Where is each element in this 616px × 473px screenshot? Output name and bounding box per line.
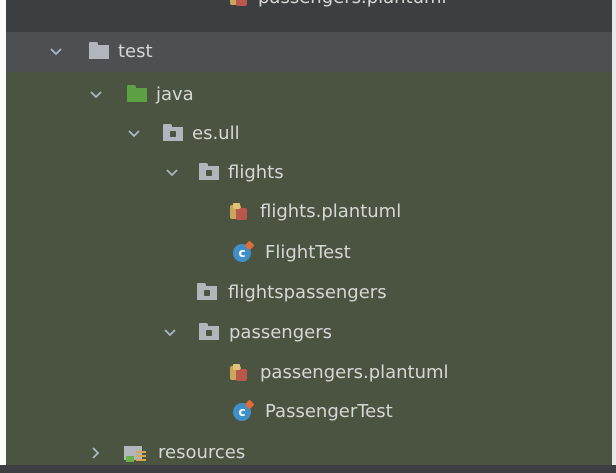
tree-row-es-ull[interactable]: es.ull [6, 114, 612, 154]
package-icon [162, 114, 184, 154]
package-icon [196, 273, 218, 313]
tree-row-label: java [156, 84, 194, 105]
chevron-down-icon[interactable] [48, 32, 64, 72]
tree-row-passengers-plantuml[interactable]: passengers.plantuml [6, 353, 612, 393]
tree-row-passengers-plantuml-main[interactable]: passengers.plantuml [6, 0, 612, 18]
plantuml-file-icon [228, 353, 250, 393]
chevron-down-icon[interactable] [126, 114, 142, 154]
tree-row-label: flights.plantuml [260, 201, 402, 222]
tree-row-passengers[interactable]: passengers [6, 313, 612, 353]
test-class-icon: c [232, 392, 255, 432]
tree-row-label: passengers [229, 322, 332, 343]
chevron-down-icon[interactable] [88, 75, 104, 115]
tree-row-flightspassengers[interactable]: flightspassengers [6, 273, 612, 313]
tree-row-flighttest[interactable]: c FlightTest [6, 233, 612, 273]
tree-row-flights-plantuml[interactable]: flights.plantuml [6, 192, 612, 232]
tree-row-passengertest[interactable]: c PassengerTest [6, 392, 612, 432]
chevron-right-icon[interactable] [88, 433, 104, 473]
test-class-icon: c [232, 233, 255, 273]
package-icon [198, 153, 220, 193]
package-icon [198, 313, 220, 353]
tree-row-label: resources [158, 442, 246, 463]
test-source-folder-icon [126, 75, 148, 115]
resources-folder-icon [124, 433, 146, 473]
tree-row-label: FlightTest [265, 242, 351, 263]
folder-icon [88, 32, 110, 72]
chevron-down-icon[interactable] [164, 153, 180, 193]
right-edge [612, 0, 616, 465]
tree-row-label: passengers.plantuml [258, 0, 447, 18]
project-tree: passengers.plantuml test java es.ull fli… [6, 0, 612, 465]
tree-row-label: test [118, 41, 153, 62]
plantuml-file-icon [228, 0, 250, 18]
chevron-down-icon[interactable] [162, 313, 178, 353]
tree-row-label: PassengerTest [265, 401, 393, 422]
tree-row-label: flights [228, 162, 284, 183]
tree-row-label: flightspassengers [228, 282, 387, 303]
tree-row-test[interactable]: test [6, 32, 612, 72]
tree-row-flights[interactable]: flights [6, 153, 612, 193]
tree-row-label: es.ull [192, 123, 240, 144]
tree-row-java[interactable]: java [6, 75, 612, 115]
tree-row-label: passengers.plantuml [260, 362, 449, 383]
tree-row-resources[interactable]: resources [6, 433, 612, 473]
plantuml-file-icon [228, 192, 250, 232]
